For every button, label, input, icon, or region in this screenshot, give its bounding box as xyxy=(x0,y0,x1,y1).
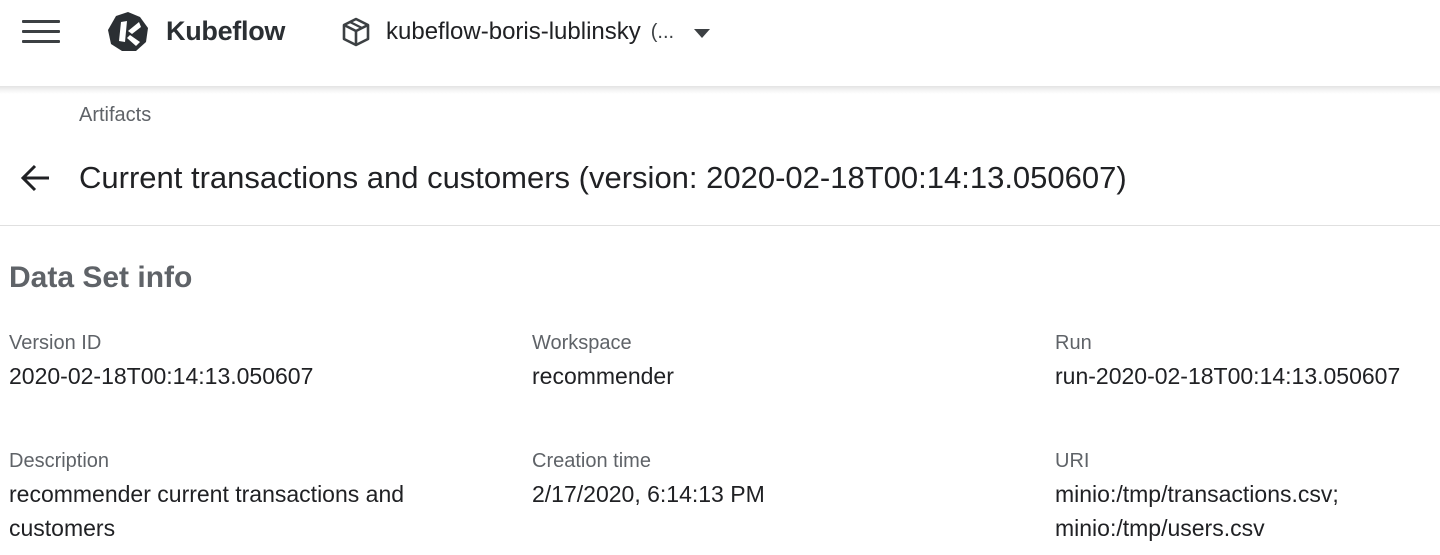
brand-name[interactable]: Kubeflow xyxy=(166,16,285,47)
run-link[interactable]: run-2020-02-18T00:14:13.050607 xyxy=(1055,359,1400,393)
field-label: Run xyxy=(1055,332,1092,354)
field-label: URI xyxy=(1055,450,1090,472)
field-value: 2020-02-18T00:14:13.050607 xyxy=(9,363,314,389)
arrow-back-icon[interactable] xyxy=(18,160,54,196)
namespace-selector[interactable]: kubeflow-boris-lublinsky (... xyxy=(340,12,711,52)
field-value-line: minio:/tmp/transactions.csv; xyxy=(1055,481,1339,507)
breadcrumb[interactable]: Artifacts xyxy=(79,104,151,127)
app-bar-shadow xyxy=(0,86,1440,94)
field-run: Run run-2020-02-18T00:14:13.050607 xyxy=(1055,329,1400,393)
field-value-line: customers xyxy=(9,515,116,541)
page-title: Current transactions and customers (vers… xyxy=(79,160,1127,195)
field-creation-time: Creation time 2/17/2020, 6:14:13 PM xyxy=(532,447,765,511)
field-label: Workspace xyxy=(532,332,632,354)
menu-icon[interactable] xyxy=(22,18,60,46)
field-value: recommender current transactions and cus… xyxy=(9,477,404,545)
field-value: recommender xyxy=(532,363,674,389)
namespace-suffix: (... xyxy=(650,20,675,43)
field-value: 2/17/2020, 6:14:13 PM xyxy=(532,481,765,507)
kubeflow-logo-icon[interactable] xyxy=(106,12,150,52)
field-label: Creation time xyxy=(532,450,651,472)
field-value-line: recommender current transactions and xyxy=(9,481,405,507)
field-value: minio:/tmp/transactions.csv; minio:/tmp/… xyxy=(1055,477,1339,545)
top-app-bar: Kubeflow kubeflow-boris-lublinsky (... xyxy=(0,0,1440,88)
section-title: Data Set info xyxy=(9,261,193,294)
field-label: Version ID xyxy=(9,332,102,354)
field-label: Description xyxy=(9,450,110,472)
field-workspace: Workspace recommender xyxy=(532,329,674,393)
caret-down-icon xyxy=(694,28,711,38)
field-uri: URI minio:/tmp/transactions.csv; minio:/… xyxy=(1055,447,1339,545)
cube-icon xyxy=(342,17,370,47)
field-description: Description recommender current transact… xyxy=(9,447,404,545)
namespace-name: kubeflow-boris-lublinsky xyxy=(386,18,641,45)
header-divider xyxy=(0,225,1440,226)
field-value-line: minio:/tmp/users.csv xyxy=(1055,515,1265,541)
field-version-id: Version ID 2020-02-18T00:14:13.050607 xyxy=(9,329,313,393)
